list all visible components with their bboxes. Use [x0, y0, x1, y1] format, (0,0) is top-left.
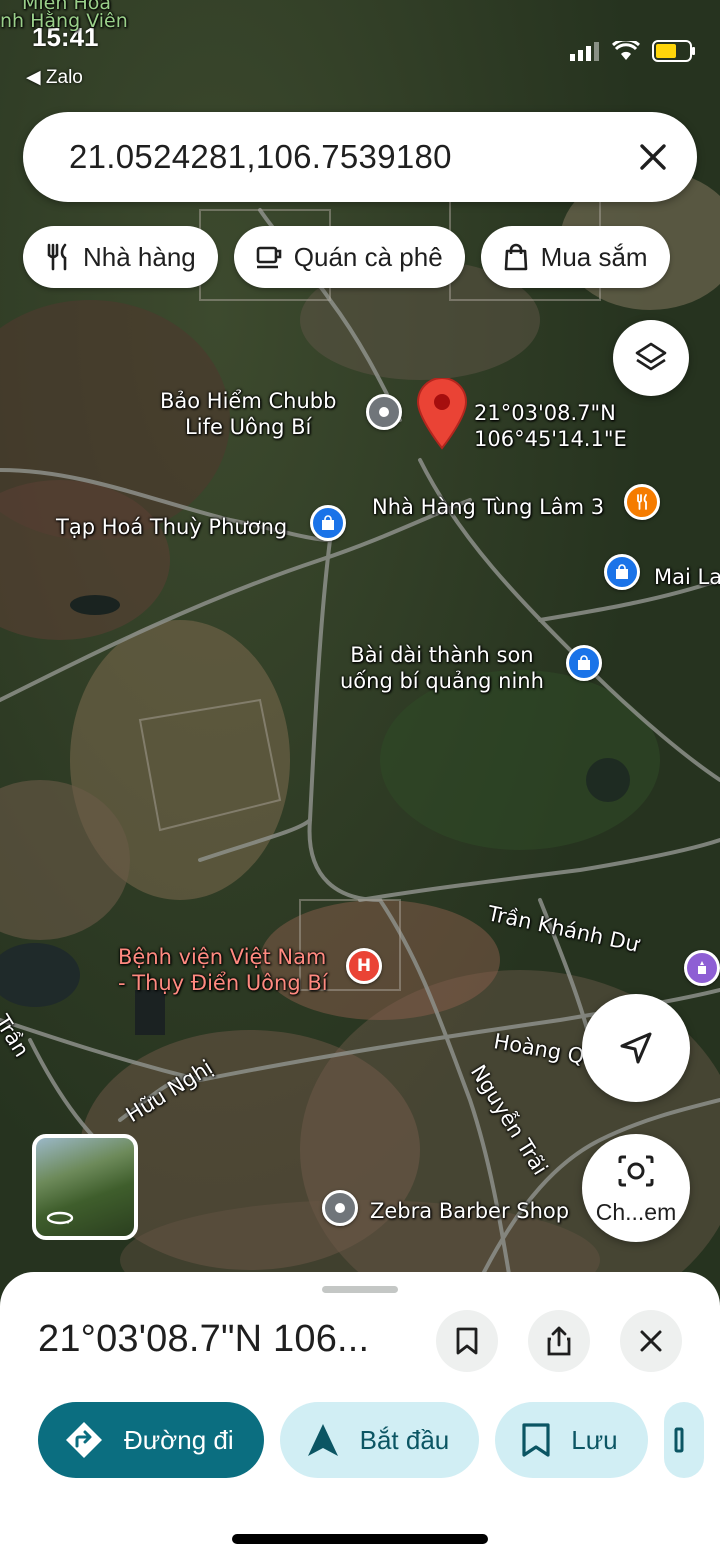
place-label-line: Bảo Hiểm Chubb [160, 389, 337, 413]
shop-pin[interactable] [604, 554, 640, 590]
dot-icon [379, 407, 389, 417]
shopping-bag-icon [578, 655, 590, 670]
place-label-mai-la[interactable]: Mai La [654, 564, 720, 590]
coord-line: 21°03'08.7"N [474, 401, 616, 425]
utensils-icon [47, 243, 67, 271]
shopping-bag-icon [616, 564, 628, 579]
place-title: 21°03'08.7"N 106... [38, 1318, 370, 1360]
poi-pin-gray[interactable] [366, 394, 402, 430]
chip-label: Nhà hàng [83, 241, 196, 272]
place-label-tap-hoa[interactable]: Tạp Hoá Thuỳ Phương [56, 514, 287, 540]
navigation-icon [307, 1424, 338, 1456]
chip-label: Mua sắm [540, 241, 648, 272]
place-label-bai-dai[interactable]: Bài dài thành son uống bí quảng ninh [340, 642, 544, 694]
back-to-app-link[interactable]: ◀ Zalo [26, 66, 83, 89]
dropped-pin-icon[interactable] [416, 378, 468, 450]
place-label-hospital[interactable]: Bệnh viện Việt Nam - Thụy Điển Uông Bí [118, 944, 328, 996]
wifi-icon [612, 41, 640, 60]
action-buttons: Đường đi Bắt đầu Lưu [38, 1402, 704, 1478]
navigation-arrow-icon [620, 1032, 652, 1064]
close-icon [640, 1330, 662, 1352]
place-label-line: Bệnh viện Việt Nam [118, 945, 327, 969]
layers-button[interactable] [613, 320, 689, 396]
coord-line: 106°45'14.1"E [474, 427, 627, 451]
chip-restaurants[interactable]: Nhà hàng [23, 226, 218, 288]
restaurant-pin[interactable] [624, 484, 660, 520]
shopping-bag-icon [322, 515, 334, 530]
street-view-thumbnail[interactable] [32, 1134, 138, 1240]
place-label-nha-hang[interactable]: Nhà Hàng Tùng Lâm 3 [372, 494, 604, 520]
shop-pin[interactable] [566, 645, 602, 681]
drag-handle[interactable] [322, 1286, 398, 1293]
hospital-icon: H [356, 956, 372, 976]
place-label-zebra[interactable]: Zebra Barber Shop [370, 1198, 569, 1224]
my-location-button[interactable] [582, 994, 690, 1102]
chip-label: Quán cà phê [293, 241, 443, 272]
category-chips: Nhà hàng Quán cà phê Mua sắm [23, 226, 670, 288]
more-actions-partial[interactable] [663, 1402, 704, 1478]
layers-icon [635, 342, 667, 371]
more-icon [674, 1427, 684, 1453]
rotate-360-icon [46, 1211, 74, 1225]
utensils-icon [637, 494, 647, 510]
bookmark-icon [456, 1327, 478, 1355]
coffee-icon [256, 246, 282, 269]
dropped-pin-coordinates: 21°03'08.7"N 106°45'14.1"E [474, 400, 627, 452]
hospital-pin[interactable]: H [346, 948, 382, 984]
save-icon-button[interactable] [436, 1310, 498, 1372]
place-label-line: Bài dài thành son [350, 643, 534, 667]
lens-button[interactable]: Ch...em [582, 1134, 690, 1242]
chip-cafe[interactable]: Quán cà phê [233, 226, 465, 288]
lens-label: Ch...em [595, 1199, 677, 1225]
action-label: Lưu [571, 1424, 618, 1455]
place-label-chubb[interactable]: Bảo Hiểm Chubb Life Uông Bí [160, 388, 336, 440]
bookmark-icon [522, 1423, 550, 1457]
signal-icon [570, 42, 599, 61]
status-icons [570, 40, 696, 62]
chip-shopping[interactable]: Mua sắm [480, 226, 670, 288]
search-bar[interactable]: 21.0524281,106.7539180 [23, 112, 697, 202]
share-button[interactable] [528, 1310, 590, 1372]
save-button[interactable]: Lưu [495, 1402, 648, 1478]
dot-icon [335, 1203, 345, 1213]
search-input[interactable]: 21.0524281,106.7539180 [69, 138, 639, 176]
landmark-icon [698, 961, 706, 974]
place-label-line: uống bí quảng ninh [340, 669, 544, 693]
action-label: Bắt đầu [359, 1424, 450, 1455]
home-indicator [232, 1534, 488, 1544]
shopping-bag-icon [504, 243, 527, 271]
map-label-partial-top-2: nh Hằng Viên [0, 10, 128, 32]
directions-icon [66, 1422, 102, 1458]
place-label-line: Life Uông Bí [185, 415, 312, 439]
close-icon[interactable] [639, 143, 667, 171]
shop-pin[interactable] [310, 505, 346, 541]
close-sheet-button[interactable] [620, 1310, 682, 1372]
action-label: Đường đi [124, 1424, 234, 1455]
battery-icon [652, 40, 695, 62]
landmark-pin[interactable] [684, 950, 720, 986]
directions-button[interactable]: Đường đi [38, 1402, 264, 1478]
start-button[interactable]: Bắt đầu [279, 1402, 480, 1478]
place-label-line: - Thụy Điển Uông Bí [118, 971, 328, 995]
camera-search-icon [618, 1155, 654, 1187]
place-bottom-sheet[interactable]: 21°03'08.7"N 106... Đường đi Bắt đầu Lưu [0, 1272, 720, 1559]
share-icon [547, 1326, 571, 1356]
poi-pin-gray[interactable] [322, 1190, 358, 1226]
